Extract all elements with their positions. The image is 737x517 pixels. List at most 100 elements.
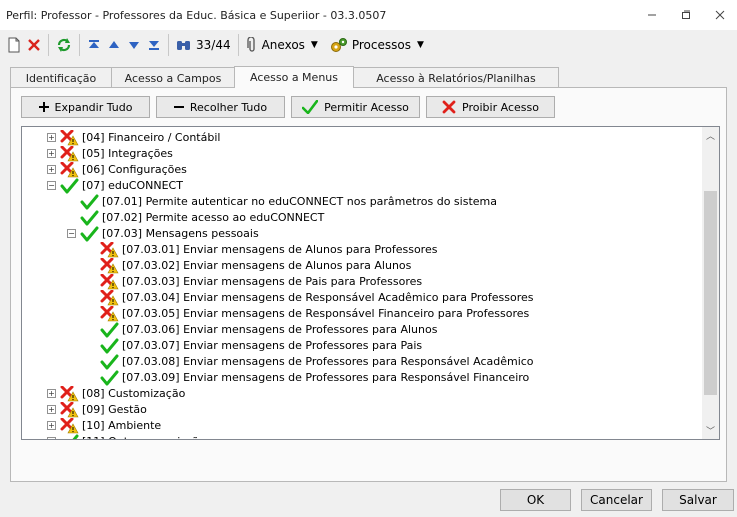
access-allowed-check-icon[interactable] (60, 434, 80, 439)
tree-node-label: [07.03.07] Enviar mensagens de Professor… (122, 339, 423, 352)
collapse-all-button[interactable]: Recolher Tudo (156, 96, 285, 118)
scroll-up-icon[interactable]: ︿ (702, 127, 719, 144)
scrollbar-thumb[interactable] (704, 191, 717, 395)
tree-node[interactable]: + [05] Integrações (22, 145, 702, 162)
access-denied-x-warning-icon[interactable] (100, 289, 120, 306)
tab-panel-acesso-menus: Expandir Tudo Recolher Tudo Permitir Ace… (10, 87, 727, 482)
delete-x-icon (28, 39, 40, 51)
minimize-button[interactable] (635, 0, 669, 30)
tree-node[interactable]: [07.03.08] Enviar mensagens de Professor… (22, 354, 702, 370)
access-allowed-check-icon[interactable] (60, 178, 80, 194)
tree-node[interactable]: [07.01] Permite autenticar no eduCONNECT… (22, 194, 702, 210)
collapse-node-icon[interactable]: − (47, 181, 56, 190)
cancel-button[interactable]: Cancelar (581, 489, 652, 511)
access-denied-x-warning-icon[interactable] (60, 161, 80, 178)
record-navigator[interactable]: 33/44 (173, 33, 234, 57)
tree-node[interactable]: [07.02] Permite acesso ao eduCONNECT (22, 210, 702, 226)
deny-access-button[interactable]: Proibir Acesso (426, 96, 555, 118)
tree-node-label: [07] eduCONNECT (82, 179, 183, 192)
tree-node[interactable]: + [10] Ambiente (22, 417, 702, 434)
new-button[interactable] (4, 33, 24, 57)
tree-node[interactable]: − [07] eduCONNECT (22, 178, 702, 194)
restore-button[interactable] (669, 0, 703, 30)
access-allowed-check-icon[interactable] (100, 370, 120, 386)
window-title: Perfil: Professor - Professores da Educ.… (6, 8, 387, 22)
tree-node[interactable]: + [04] Financeiro / Contábil (22, 129, 702, 146)
expand-node-icon[interactable]: + (47, 133, 56, 142)
collapse-all-label: Recolher Tudo (189, 100, 268, 114)
tree-node[interactable]: − [07.03] Mensagens pessoais (22, 226, 702, 242)
expand-all-button[interactable]: Expandir Tudo (21, 96, 150, 118)
tree-node[interactable]: + [09] Gestão (22, 401, 702, 418)
toolbar-separator (79, 34, 80, 56)
tree-node[interactable]: + [08] Customização (22, 385, 702, 402)
allow-access-label: Permitir Acesso (324, 100, 409, 114)
collapse-node-icon[interactable]: − (67, 229, 76, 238)
tab-acesso-menus[interactable]: Acesso a Menus (234, 66, 354, 88)
action-bar: Expandir Tudo Recolher Tudo Permitir Ace… (21, 96, 561, 118)
scroll-down-icon[interactable]: ﹀ (702, 422, 719, 439)
first-record-button[interactable] (84, 33, 104, 57)
access-denied-x-warning-icon[interactable] (60, 129, 80, 146)
tree-node-label: [10] Ambiente (82, 419, 162, 432)
ok-button[interactable]: OK (500, 489, 571, 511)
access-denied-x-warning-icon[interactable] (60, 401, 80, 418)
menu-permissions-tree[interactable]: ︿ ﹀ + [04] Financeiro / Contábil + [05] Int… (21, 126, 720, 440)
tree-node-label: [07.03.05] Enviar mensagens de Responsáv… (122, 307, 530, 320)
last-record-button[interactable] (144, 33, 164, 57)
refresh-button[interactable] (53, 33, 75, 57)
tree-node[interactable]: + [06] Configurações (22, 161, 702, 178)
expand-node-icon[interactable]: + (47, 405, 56, 414)
refresh-icon (57, 38, 71, 52)
tree-node[interactable]: [07.03.07] Enviar mensagens de Professor… (22, 338, 702, 354)
tree-node[interactable]: [07.03.05] Enviar mensagens de Responsáv… (22, 305, 702, 322)
tree-node-label: [07.03.08] Enviar mensagens de Professor… (122, 355, 534, 368)
deny-access-label: Proibir Acesso (462, 100, 539, 114)
access-allowed-check-icon[interactable] (100, 354, 120, 370)
access-allowed-check-icon[interactable] (80, 210, 100, 226)
next-record-button[interactable] (124, 33, 144, 57)
tree-node-label: [07.02] Permite acesso ao eduCONNECT (102, 211, 325, 224)
access-denied-x-warning-icon[interactable] (60, 385, 80, 402)
gears-icon (330, 38, 347, 52)
expand-node-icon[interactable]: + (47, 437, 56, 439)
close-window-button[interactable] (703, 0, 737, 30)
attachments-menu[interactable]: Anexos ▼ (243, 33, 321, 57)
access-denied-x-warning-icon[interactable] (100, 257, 120, 274)
tree-node[interactable]: + [11] Outras permissões (22, 434, 702, 439)
delete-button[interactable] (24, 33, 44, 57)
access-denied-x-warning-icon[interactable] (60, 417, 80, 434)
toolbar-separator (48, 34, 49, 56)
record-counter: 33/44 (196, 38, 231, 52)
tree-node[interactable]: [07.03.03] Enviar mensagens de Pais para… (22, 273, 702, 290)
toolbar-separator (237, 34, 239, 56)
access-allowed-check-icon[interactable] (100, 338, 120, 354)
previous-record-button[interactable] (104, 33, 124, 57)
access-allowed-check-icon[interactable] (100, 322, 120, 338)
access-denied-x-warning-icon[interactable] (100, 273, 120, 290)
tab-identificacao[interactable]: Identificação (10, 67, 112, 88)
tree-node-label: [09] Gestão (82, 403, 147, 416)
access-allowed-check-icon[interactable] (80, 226, 100, 242)
access-denied-x-warning-icon[interactable] (100, 241, 120, 258)
tree-node[interactable]: [07.03.04] Enviar mensagens de Responsáv… (22, 289, 702, 306)
tree-node[interactable]: [07.03.02] Enviar mensagens de Alunos pa… (22, 257, 702, 274)
processes-menu[interactable]: Processos ▼ (327, 33, 427, 57)
tab-acesso-campos[interactable]: Acesso a Campos (111, 67, 235, 88)
access-denied-x-warning-icon[interactable] (100, 305, 120, 322)
save-button[interactable]: Salvar (662, 489, 734, 511)
expand-node-icon[interactable]: + (47, 149, 56, 158)
tree-node[interactable]: [07.03.01] Enviar mensagens de Alunos pa… (22, 241, 702, 258)
tree-node[interactable]: [07.03.09] Enviar mensagens de Professor… (22, 370, 702, 386)
expand-node-icon[interactable]: + (47, 165, 56, 174)
allow-access-button[interactable]: Permitir Acesso (291, 96, 420, 118)
expand-node-icon[interactable]: + (47, 421, 56, 430)
expand-all-label: Expandir Tudo (54, 100, 133, 114)
access-allowed-check-icon[interactable] (80, 194, 100, 210)
expand-node-icon[interactable]: + (47, 389, 56, 398)
vertical-scrollbar[interactable]: ︿ ﹀ (702, 127, 719, 439)
tab-acesso-relatorios[interactable]: Acesso à Relatórios/Planilhas (353, 67, 559, 88)
tree-node[interactable]: [07.03.06] Enviar mensagens de Professor… (22, 322, 702, 338)
access-denied-x-warning-icon[interactable] (60, 145, 80, 162)
tree-node-label: [07.03.04] Enviar mensagens de Responsáv… (122, 291, 534, 304)
